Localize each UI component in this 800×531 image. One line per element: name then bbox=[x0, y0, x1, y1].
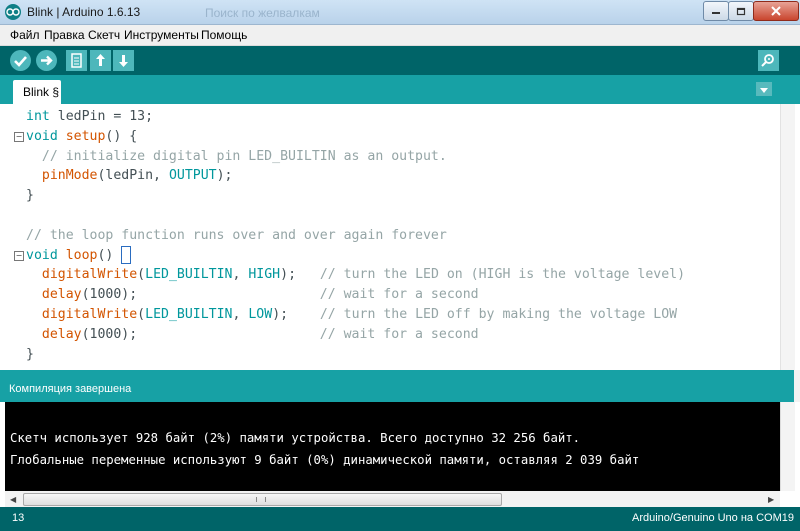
code-token: ); bbox=[216, 168, 233, 184]
code-token: digitalWrite bbox=[41, 267, 138, 283]
code-line: void setup() { bbox=[26, 127, 137, 147]
code-line: int ledPin = 13; bbox=[26, 107, 153, 127]
code-token: (1000); bbox=[81, 287, 320, 303]
open-icon[interactable] bbox=[90, 50, 111, 71]
tab-menu-icon[interactable] bbox=[756, 82, 772, 96]
code-token: void bbox=[26, 128, 58, 144]
close-button[interactable] bbox=[753, 1, 799, 21]
code-line: } bbox=[26, 345, 34, 365]
text-cursor bbox=[121, 245, 132, 264]
save-icon[interactable] bbox=[113, 50, 134, 71]
fold-toggle-icon[interactable]: − bbox=[14, 250, 24, 261]
code-line: } bbox=[26, 186, 34, 206]
code-token: ); bbox=[280, 267, 320, 283]
console-line-2: Глобальные переменные используют 9 байт … bbox=[10, 453, 640, 467]
code-token: // wait for a second bbox=[319, 287, 479, 303]
upload-icon[interactable] bbox=[36, 50, 57, 71]
menu-sketch[interactable]: Скетч bbox=[88, 28, 120, 42]
tab-blink[interactable]: Blink § bbox=[13, 80, 61, 104]
code-token: // the loop function runs over and over … bbox=[26, 227, 447, 243]
code-token: HIGH bbox=[248, 267, 281, 283]
code-editor[interactable]: int ledPin = 13; − void setup() { // initi… bbox=[0, 104, 780, 370]
code-token: setup bbox=[65, 128, 106, 144]
status-edge bbox=[794, 370, 800, 402]
code-token: LOW bbox=[248, 307, 273, 322]
code-token: , bbox=[232, 267, 249, 283]
status-message: Компиляция завершена bbox=[9, 383, 132, 395]
code-token: , bbox=[232, 307, 249, 322]
scroll-right-arrow-icon[interactable]: ▶ bbox=[768, 495, 774, 504]
code-line: delay(1000); // wait for a second bbox=[26, 325, 479, 345]
code-token: ( bbox=[137, 307, 146, 322]
scroll-left-arrow-icon[interactable]: ◀ bbox=[10, 495, 16, 504]
code-token: OUTPUT bbox=[168, 168, 217, 184]
title-bar: Blink | Arduino 1.6.13 Поиск по желвалка… bbox=[0, 0, 800, 25]
background-window-title: Поиск по желвалкам bbox=[205, 6, 320, 20]
code-token: ); bbox=[272, 307, 320, 322]
code-token: } bbox=[26, 188, 34, 204]
serial-monitor-icon[interactable] bbox=[758, 50, 779, 71]
editor-vertical-scrollbar[interactable] bbox=[780, 104, 795, 370]
code-token: // turn the LED off by making the voltag… bbox=[319, 307, 678, 322]
menu-edit[interactable]: Правка bbox=[44, 28, 85, 42]
tab-strip: Blink § bbox=[0, 75, 800, 104]
code-token: (ledPin, bbox=[97, 168, 169, 184]
code-token: int bbox=[26, 109, 50, 124]
verify-icon[interactable] bbox=[10, 50, 31, 71]
console-vertical-scrollbar[interactable] bbox=[780, 402, 795, 491]
horizontal-scroll-thumb[interactable] bbox=[23, 493, 502, 506]
code-line: delay(1000); // wait for a second bbox=[26, 285, 479, 305]
code-token: // wait for a second bbox=[319, 326, 479, 342]
code-token: loop bbox=[65, 247, 98, 263]
code-token: () bbox=[97, 247, 122, 263]
code-line: digitalWrite(LED_BUILTIN, LOW); // turn … bbox=[26, 305, 677, 325]
code-line: digitalWrite(LED_BUILTIN, HIGH); // turn… bbox=[26, 265, 685, 285]
code-token: pinMode bbox=[41, 168, 98, 184]
menu-tools[interactable]: Инструменты bbox=[124, 28, 199, 42]
bottom-bar: 13 Arduino/Genuino Uno на COM19 bbox=[0, 507, 800, 531]
code-line: pinMode(ledPin, OUTPUT); bbox=[26, 166, 233, 186]
new-icon[interactable] bbox=[66, 50, 87, 71]
code-token: // turn the LED on (HIGH is the voltage … bbox=[319, 267, 686, 283]
console-line-1: Скетч использует 928 байт (2%) памяти ус… bbox=[10, 431, 581, 445]
window-title: Blink | Arduino 1.6.13 bbox=[27, 5, 141, 19]
code-token: // initialize digital pin LED_BUILTIN as… bbox=[26, 148, 447, 164]
menu-bar: Файл Правка Скетч Инструменты Помощь bbox=[0, 25, 800, 46]
code-token: () { bbox=[105, 128, 138, 144]
maximize-button[interactable] bbox=[728, 1, 754, 21]
code-token: LED_BUILTIN bbox=[145, 307, 233, 322]
code-token: digitalWrite bbox=[41, 307, 138, 322]
scroll-grip-icon bbox=[256, 497, 266, 502]
code-token: delay bbox=[41, 287, 82, 303]
tab-label: Blink § bbox=[23, 85, 60, 99]
code-token: ( bbox=[137, 267, 146, 283]
code-token: delay bbox=[41, 326, 82, 342]
fold-toggle-icon[interactable]: − bbox=[14, 131, 24, 142]
code-line: // initialize digital pin LED_BUILTIN as… bbox=[26, 147, 447, 167]
code-line: // the loop function runs over and over … bbox=[26, 226, 447, 246]
code-token: } bbox=[26, 346, 34, 362]
console-output[interactable]: Скетч использует 928 байт (2%) памяти ус… bbox=[5, 402, 780, 491]
board-port-label: Arduino/Genuino Uno на COM19 bbox=[632, 512, 794, 524]
code-token: void bbox=[26, 247, 58, 263]
current-line-number: 13 bbox=[12, 512, 25, 524]
minimize-button[interactable] bbox=[703, 1, 729, 21]
code-token: ledPin = 13; bbox=[49, 109, 154, 124]
status-bar: Компиляция завершена bbox=[0, 370, 794, 402]
console-horizontal-scrollbar[interactable]: ◀ ▶ bbox=[5, 491, 780, 507]
code-token: LED_BUILTIN bbox=[145, 267, 233, 283]
menu-help[interactable]: Помощь bbox=[201, 28, 247, 42]
menu-file[interactable]: Файл bbox=[10, 28, 40, 42]
code-token: (1000); bbox=[81, 326, 320, 342]
code-line: void loop() bbox=[26, 245, 132, 266]
toolbar bbox=[0, 46, 800, 75]
arduino-logo-icon bbox=[5, 4, 21, 20]
